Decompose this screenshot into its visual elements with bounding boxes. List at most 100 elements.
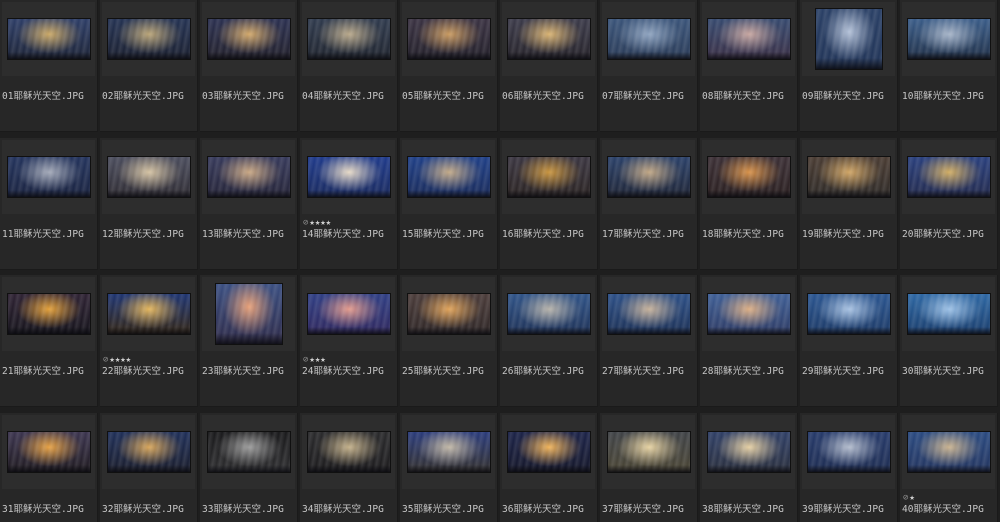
- thumbnail-cell[interactable]: 37耶稣光天空.JPG: [600, 413, 698, 522]
- thumbnail-image[interactable]: [408, 19, 490, 59]
- thumbnail-cell[interactable]: 17耶稣光天空.JPG: [600, 138, 698, 270]
- thumbnail-image[interactable]: [808, 294, 890, 334]
- rating[interactable]: ⊘★★★: [303, 355, 326, 365]
- thumbnail-image[interactable]: [708, 19, 790, 59]
- thumbnail-image[interactable]: [508, 294, 590, 334]
- thumbnail-image[interactable]: [8, 294, 90, 334]
- thumbnail-cell[interactable]: ⊘★ 40耶稣光天空.JPG: [900, 413, 998, 522]
- thumbnail-image[interactable]: [216, 284, 282, 344]
- thumbnail-cell[interactable]: 27耶稣光天空.JPG: [600, 275, 698, 407]
- thumbnail-cell[interactable]: 28耶稣光天空.JPG: [700, 275, 798, 407]
- thumbnail-image[interactable]: [108, 157, 190, 197]
- thumbnail-image[interactable]: [608, 157, 690, 197]
- star-rating-icon[interactable]: ★★★: [309, 355, 325, 365]
- thumbnail-image[interactable]: [8, 157, 90, 197]
- thumbnail-frame: [502, 140, 595, 214]
- thumbnail-image[interactable]: [608, 432, 690, 472]
- thumbnail-cell[interactable]: 32耶稣光天空.JPG: [100, 413, 198, 522]
- thumbnail-image[interactable]: [108, 432, 190, 472]
- rating[interactable]: ⊘★★★★: [103, 355, 131, 365]
- thumbnail-cell[interactable]: 16耶稣光天空.JPG: [500, 138, 598, 270]
- thumbnail-cell[interactable]: 35耶稣光天空.JPG: [400, 413, 498, 522]
- thumbnail-image[interactable]: [308, 19, 390, 59]
- thumbnail-image[interactable]: [208, 157, 290, 197]
- thumbnail-image[interactable]: [308, 157, 390, 197]
- thumbnail-frame: [402, 2, 495, 76]
- thumbnail-cell[interactable]: ⊘★★★ 24耶稣光天空.JPG: [300, 275, 398, 407]
- horizon-overlay: [808, 189, 890, 197]
- reject-flag-icon[interactable]: ⊘: [903, 493, 908, 503]
- thumbnail-image[interactable]: [508, 157, 590, 197]
- thumbnail-image[interactable]: [308, 432, 390, 472]
- thumbnail-image[interactable]: [508, 432, 590, 472]
- thumbnail-image[interactable]: [408, 294, 490, 334]
- thumbnail-image[interactable]: [908, 432, 990, 472]
- thumbnail-cell[interactable]: ⊘★★★★ 14耶稣光天空.JPG: [300, 138, 398, 270]
- thumbnail-image[interactable]: [708, 157, 790, 197]
- filename-label: 12耶稣光天空.JPG: [102, 229, 184, 240]
- horizon-overlay: [108, 51, 190, 59]
- thumbnail-cell[interactable]: 33耶稣光天空.JPG: [200, 413, 298, 522]
- thumbnail-cell[interactable]: 25耶稣光天空.JPG: [400, 275, 498, 407]
- thumbnail-image[interactable]: [408, 157, 490, 197]
- thumbnail-cell[interactable]: 06耶稣光天空.JPG: [500, 0, 598, 132]
- thumbnail-image[interactable]: [408, 432, 490, 472]
- thumbnail-cell[interactable]: 20耶稣光天空.JPG: [900, 138, 998, 270]
- thumbnail-image[interactable]: [8, 19, 90, 59]
- thumbnail-cell[interactable]: 01耶稣光天空.JPG: [0, 0, 98, 132]
- thumbnail-image[interactable]: [608, 19, 690, 59]
- thumbnail-cell[interactable]: 39耶稣光天空.JPG: [800, 413, 898, 522]
- thumbnail-image[interactable]: [908, 19, 990, 59]
- thumbnail-cell[interactable]: 30耶稣光天空.JPG: [900, 275, 998, 407]
- star-rating-icon[interactable]: ★★★★: [309, 218, 331, 228]
- thumbnail-cell[interactable]: 26耶稣光天空.JPG: [500, 275, 598, 407]
- thumbnail-image[interactable]: [816, 9, 882, 69]
- rating[interactable]: ⊘★★★★: [303, 218, 331, 228]
- thumbnail-image[interactable]: [808, 157, 890, 197]
- reject-flag-icon[interactable]: ⊘: [103, 355, 108, 365]
- thumbnail-image[interactable]: [208, 432, 290, 472]
- thumbnail-cell[interactable]: 04耶稣光天空.JPG: [300, 0, 398, 132]
- thumbnail-image[interactable]: [108, 294, 190, 334]
- thumbnail-cell[interactable]: 21耶稣光天空.JPG: [0, 275, 98, 407]
- thumbnail-cell[interactable]: 10耶稣光天空.JPG: [900, 0, 998, 132]
- thumbnail-image[interactable]: [808, 432, 890, 472]
- thumbnail-image[interactable]: [208, 19, 290, 59]
- thumbnail-image[interactable]: [508, 19, 590, 59]
- thumbnail-image[interactable]: [8, 432, 90, 472]
- horizon-overlay: [308, 51, 390, 59]
- star-rating-icon[interactable]: ★★★★: [109, 355, 131, 365]
- thumbnail-image[interactable]: [108, 19, 190, 59]
- thumbnail-cell[interactable]: 02耶稣光天空.JPG: [100, 0, 198, 132]
- horizon-overlay: [308, 464, 390, 472]
- thumbnail-image[interactable]: [708, 294, 790, 334]
- thumbnail-image[interactable]: [908, 157, 990, 197]
- thumbnail-image[interactable]: [308, 294, 390, 334]
- thumbnail-cell[interactable]: 38耶稣光天空.JPG: [700, 413, 798, 522]
- reject-flag-icon[interactable]: ⊘: [303, 218, 308, 228]
- thumbnail-cell[interactable]: ⊘★★★★ 22耶稣光天空.JPG: [100, 275, 198, 407]
- thumbnail-cell[interactable]: 29耶稣光天空.JPG: [800, 275, 898, 407]
- thumbnail-image[interactable]: [608, 294, 690, 334]
- star-rating-icon[interactable]: ★: [909, 493, 914, 503]
- reject-flag-icon[interactable]: ⊘: [303, 355, 308, 365]
- thumbnail-cell[interactable]: 19耶稣光天空.JPG: [800, 138, 898, 270]
- thumbnail-cell[interactable]: 23耶稣光天空.JPG: [200, 275, 298, 407]
- thumbnail-cell[interactable]: 36耶稣光天空.JPG: [500, 413, 598, 522]
- thumbnail-cell[interactable]: 12耶稣光天空.JPG: [100, 138, 198, 270]
- thumbnail-cell[interactable]: 03耶稣光天空.JPG: [200, 0, 298, 132]
- thumbnail-image[interactable]: [708, 432, 790, 472]
- thumbnail-cell[interactable]: 15耶稣光天空.JPG: [400, 138, 498, 270]
- thumbnail-cell[interactable]: 11耶稣光天空.JPG: [0, 138, 98, 270]
- thumbnail-image[interactable]: [908, 294, 990, 334]
- thumbnail-cell[interactable]: 18耶稣光天空.JPG: [700, 138, 798, 270]
- thumbnail-cell[interactable]: 31耶稣光天空.JPG: [0, 413, 98, 522]
- thumbnail-cell[interactable]: 13耶稣光天空.JPG: [200, 138, 298, 270]
- horizon-overlay: [208, 189, 290, 197]
- thumbnail-cell[interactable]: 09耶稣光天空.JPG: [800, 0, 898, 132]
- thumbnail-cell[interactable]: 08耶稣光天空.JPG: [700, 0, 798, 132]
- thumbnail-cell[interactable]: 07耶稣光天空.JPG: [600, 0, 698, 132]
- thumbnail-cell[interactable]: 34耶稣光天空.JPG: [300, 413, 398, 522]
- thumbnail-cell[interactable]: 05耶稣光天空.JPG: [400, 0, 498, 132]
- rating[interactable]: ⊘★: [903, 493, 915, 503]
